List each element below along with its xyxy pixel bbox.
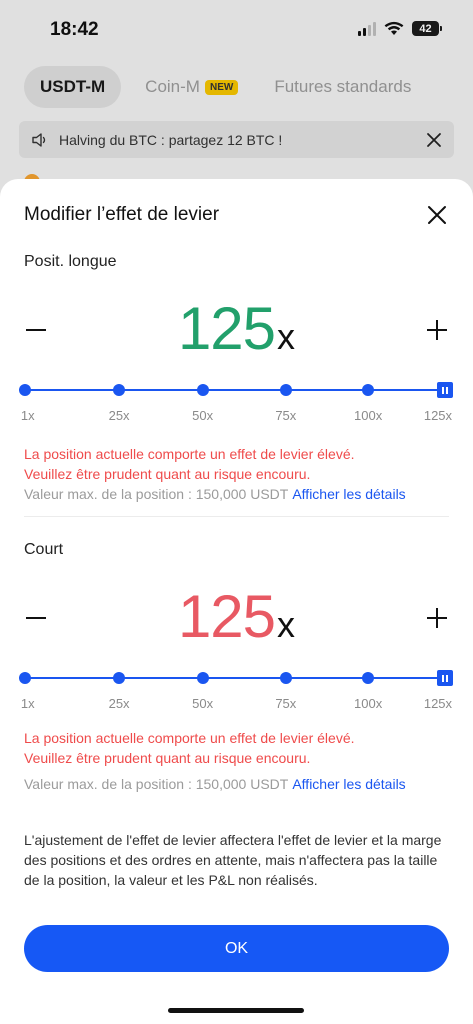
long-show-details-link[interactable]: Afficher les détails xyxy=(292,486,405,502)
long-max-position: Valeur max. de la position : 150,000 USD… xyxy=(24,486,406,502)
slider-thumb[interactable] xyxy=(437,382,453,398)
slider-step[interactable] xyxy=(19,384,31,396)
short-label: Court xyxy=(24,541,64,558)
short-slider-ticks: 1x 25x 50x 75x 100x 125x xyxy=(20,696,453,711)
slider-step[interactable] xyxy=(113,672,126,684)
close-button[interactable] xyxy=(421,199,453,231)
plus-icon xyxy=(427,320,447,340)
long-slider-ticks: 1x 25x 50x 75x 100x 125x xyxy=(20,408,453,423)
slider-step[interactable] xyxy=(279,672,292,684)
leverage-note: L'ajustement de l'effet de levier affect… xyxy=(24,832,442,888)
slider-step[interactable] xyxy=(362,672,375,684)
short-show-details-link[interactable]: Afficher les détails xyxy=(292,776,405,792)
slider-step[interactable] xyxy=(19,672,31,684)
slider-step[interactable] xyxy=(196,384,209,396)
ok-button[interactable]: OK xyxy=(24,925,449,972)
plus-icon xyxy=(427,608,447,628)
close-icon xyxy=(428,206,446,224)
section-divider xyxy=(24,516,449,517)
slider-thumb[interactable] xyxy=(437,670,453,686)
long-increase-button[interactable] xyxy=(417,310,457,350)
short-increase-button[interactable] xyxy=(417,598,457,638)
leverage-sheet: Modifier l’effet de levier Posit. longue… xyxy=(0,179,473,1024)
short-leverage-value[interactable]: 125 x xyxy=(0,582,473,651)
long-label: Posit. longue xyxy=(24,253,117,270)
long-leverage-value[interactable]: 125 x xyxy=(0,294,473,363)
long-risk-warning: La position actuelle comporte un effet d… xyxy=(24,446,355,482)
home-indicator xyxy=(168,1008,304,1013)
slider-step[interactable] xyxy=(196,672,209,684)
short-risk-warning: La position actuelle comporte un effet d… xyxy=(24,730,355,766)
slider-step[interactable] xyxy=(279,384,292,396)
long-leverage-slider[interactable] xyxy=(19,382,453,398)
slider-step[interactable] xyxy=(113,384,126,396)
short-max-position: Valeur max. de la position : 150,000 USD… xyxy=(24,776,406,792)
slider-step[interactable] xyxy=(362,384,375,396)
sheet-title: Modifier l’effet de levier xyxy=(24,204,220,225)
short-leverage-slider[interactable] xyxy=(19,670,453,686)
